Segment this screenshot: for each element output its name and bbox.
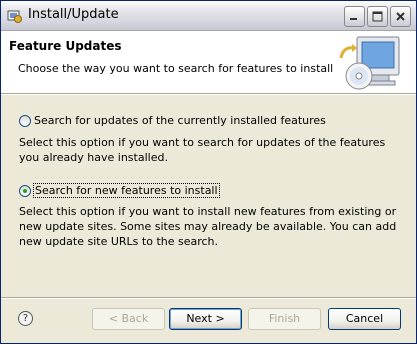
page-title: Feature Updates [9, 39, 122, 53]
search-updates-description: Select this option if you want to search… [19, 136, 386, 164]
minimize-icon [350, 18, 357, 20]
search-updates-radio[interactable] [19, 114, 31, 127]
maximize-icon [372, 11, 383, 22]
cancel-button[interactable]: Cancel [328, 308, 401, 330]
close-button[interactable] [390, 6, 411, 27]
search-new-features-description: Select this option if you want to instal… [19, 205, 397, 248]
close-icon [396, 12, 405, 21]
finish-button[interactable]: Finish [248, 308, 321, 330]
search-new-features-radio[interactable] [19, 184, 31, 197]
help-icon[interactable]: ? [18, 311, 33, 326]
title-bar[interactable]: Install/Update [1, 1, 416, 31]
search-updates-option[interactable]: Search for updates of the currently inst… [19, 114, 326, 127]
page-description: Choose the way you want to search for fe… [18, 62, 334, 75]
minimize-button[interactable] [344, 6, 365, 27]
maximize-button[interactable] [367, 6, 388, 27]
computer-cd-update-icon [339, 36, 400, 90]
install-update-dialog: Install/Update Feature Updates Choose th… [0, 0, 417, 344]
back-button[interactable]: < Back [92, 308, 165, 330]
install-update-icon [7, 10, 22, 23]
wizard-header: Feature Updates Choose the way you want … [1, 31, 416, 93]
search-updates-label[interactable]: Search for updates of the currently inst… [34, 114, 326, 127]
window-title: Install/Update [28, 7, 119, 22]
header-separator [1, 93, 416, 95]
next-button[interactable]: Next > [169, 308, 242, 330]
footer-separator [1, 297, 416, 299]
search-new-features-label[interactable]: Search for new features to install [33, 183, 220, 198]
search-new-features-option[interactable]: Search for new features to install [19, 183, 220, 198]
